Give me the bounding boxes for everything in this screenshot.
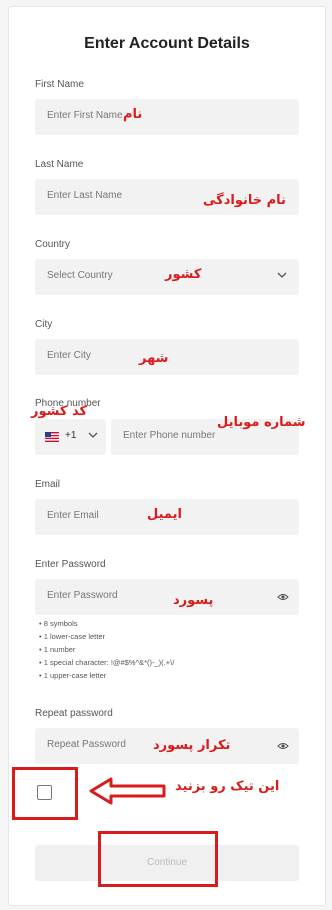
city-placeholder: Enter City — [47, 350, 91, 361]
first-name-annotation: نام — [123, 107, 143, 122]
country-placeholder: Select Country — [47, 270, 113, 281]
last-name-placeholder: Enter Last Name — [47, 190, 123, 201]
password-rule: 1 special character: !@#$%^&*()-_)(.+\/ — [39, 656, 175, 669]
city-field[interactable]: Enter City شهر — [35, 339, 299, 375]
phone-annotation: شماره موبایل — [217, 415, 306, 430]
eye-icon[interactable] — [277, 741, 289, 751]
repeat-password-placeholder: Repeat Password — [47, 739, 126, 750]
password-annotation: پسورد — [173, 593, 214, 608]
continue-highlight-box — [98, 831, 218, 887]
email-placeholder: Enter Email — [47, 510, 99, 521]
city-annotation: شهر — [139, 351, 169, 366]
first-name-placeholder: Enter First Name — [47, 110, 123, 121]
phone-code-annotation: کد کشور — [31, 404, 88, 419]
password-rules: 8 symbols 1 lower-case letter 1 number 1… — [39, 617, 175, 682]
password-placeholder: Enter Password — [47, 590, 118, 601]
country-code-select[interactable]: +1 — [35, 419, 106, 455]
last-name-field[interactable]: Enter Last Name نام خانوادگی — [35, 179, 299, 215]
password-rule: 1 lower-case letter — [39, 630, 174, 643]
email-label: Email — [35, 479, 61, 490]
country-select[interactable]: Select Country کشور — [35, 259, 299, 295]
first-name-label: First Name — [35, 79, 84, 90]
country-code-value: +1 — [65, 430, 77, 441]
phone-placeholder: Enter Phone number — [123, 430, 216, 441]
chevron-down-icon — [277, 272, 287, 278]
repeat-password-annotation: تکرار پسورد — [153, 738, 231, 753]
country-annotation: کشور — [165, 267, 202, 282]
account-details-card: Enter Account Details First Name Enter F… — [8, 6, 326, 906]
repeat-password-field[interactable]: Repeat Password تکرار پسورد — [35, 728, 299, 764]
city-label: City — [35, 319, 53, 330]
phone-number-field[interactable]: Enter Phone number شماره موبایل — [111, 415, 306, 455]
eye-icon[interactable] — [277, 592, 289, 602]
checkbox-annotation: این تیک رو بزنید — [175, 779, 280, 794]
page-title: Enter Account Details — [84, 35, 250, 52]
password-rule: 1 upper-case letter — [39, 669, 174, 682]
arrow-left-icon — [89, 777, 166, 805]
email-annotation: ایمیل — [147, 507, 182, 522]
password-rule: 1 number — [39, 643, 174, 656]
country-label: Country — [35, 239, 71, 250]
repeat-password-label: Repeat password — [35, 708, 113, 719]
chevron-down-icon — [88, 432, 98, 438]
us-flag-icon — [45, 432, 59, 442]
first-name-field[interactable]: Enter First Name نام — [35, 99, 299, 135]
last-name-annotation: نام خانوادگی — [203, 193, 286, 208]
password-label: Enter Password — [35, 559, 106, 570]
password-rule: 8 symbols — [39, 617, 174, 630]
last-name-label: Last Name — [35, 159, 84, 170]
checkbox-highlight-box — [12, 767, 78, 820]
password-field[interactable]: Enter Password پسورد — [35, 579, 299, 615]
email-field[interactable]: Enter Email ایمیل — [35, 499, 299, 535]
